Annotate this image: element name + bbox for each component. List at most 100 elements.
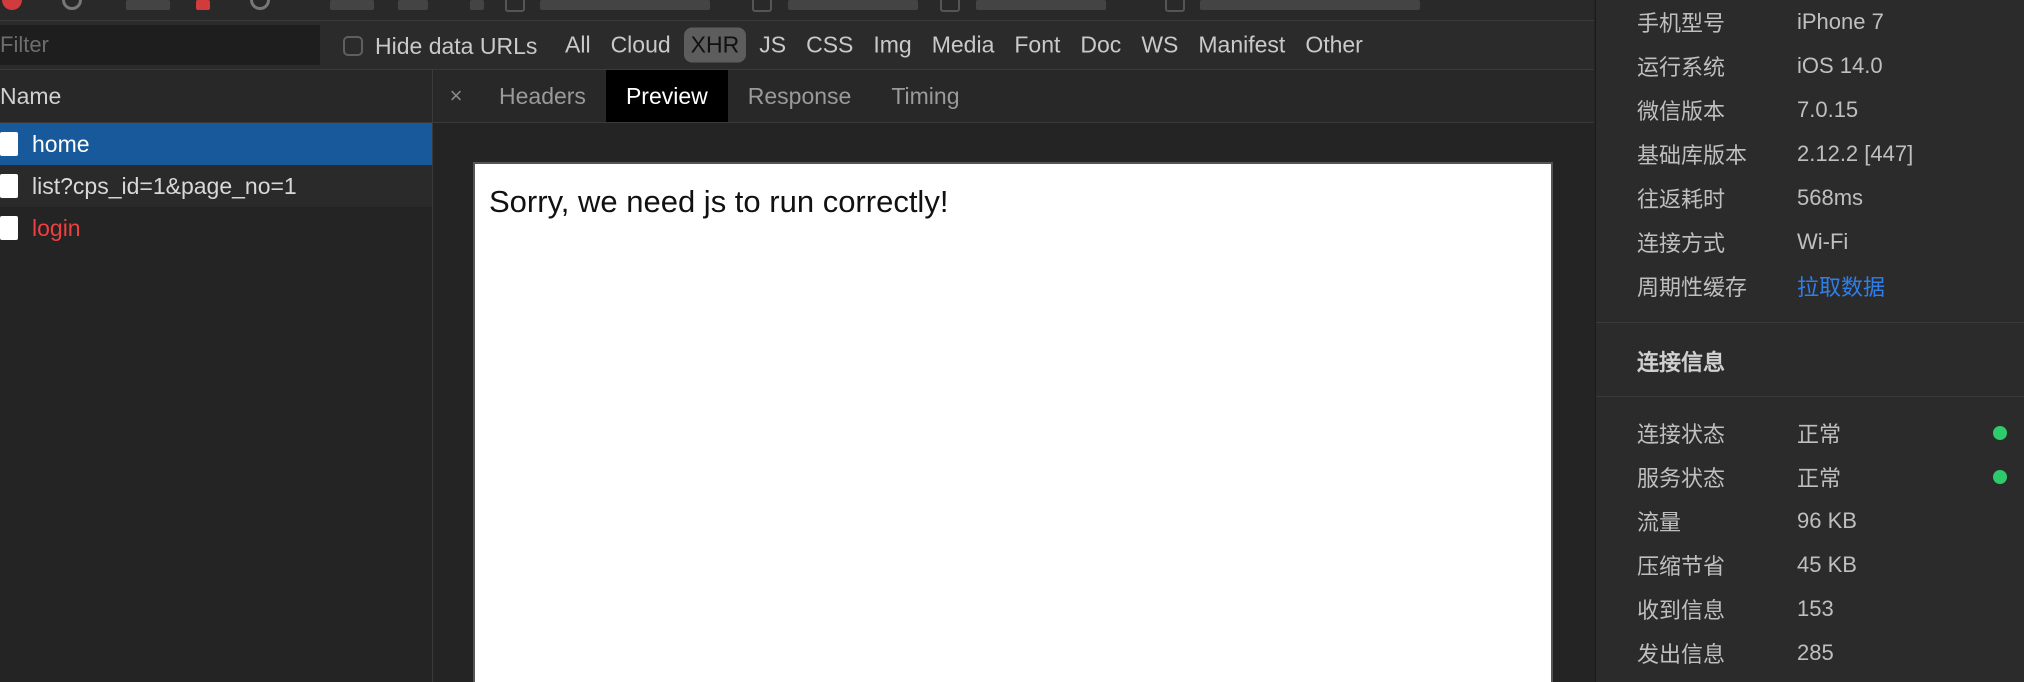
devtools-window: Hide data URLs All Cloud XHR JS CSS Img …	[0, 0, 2024, 682]
hide-data-urls-label: Hide data URLs	[375, 32, 538, 59]
status-dot-icon	[1993, 470, 2007, 484]
close-icon[interactable]: ×	[433, 70, 479, 122]
detail-tabs: × Headers Preview Response Timing	[433, 70, 1594, 123]
document-icon	[0, 174, 18, 198]
info-row-traffic: 流量 96 KB	[1637, 499, 2017, 543]
info-row-wechat-version: 微信版本 7.0.15	[1637, 88, 2017, 132]
request-name: home	[32, 130, 90, 157]
info-key: 周期性缓存	[1637, 275, 1748, 300]
info-key: 运行系统	[1637, 55, 1726, 80]
disable-cache-label	[788, 0, 918, 10]
info-value: 285	[1797, 640, 1834, 665]
info-key: 往返耗时	[1637, 187, 1726, 212]
info-value: Wi-Fi	[1797, 229, 1849, 254]
type-filter-cloud[interactable]: Cloud	[604, 28, 678, 63]
type-filter-img[interactable]: Img	[866, 28, 918, 63]
clear-icon[interactable]	[62, 0, 82, 10]
screenshot-icon[interactable]	[470, 0, 484, 10]
type-filter-doc[interactable]: Doc	[1073, 28, 1128, 63]
info-value: 568ms	[1797, 185, 1864, 210]
info-value: 正常	[1797, 422, 1842, 447]
status-dot-icon	[1993, 426, 2007, 440]
toolbar-top	[0, 0, 1594, 21]
divider	[1596, 322, 2024, 323]
tab-preview[interactable]: Preview	[605, 70, 728, 122]
info-key: 流量	[1637, 510, 1682, 535]
info-value: 45 KB	[1797, 552, 1857, 577]
info-row-sent: 发出信息 285	[1637, 631, 2017, 675]
filter-input[interactable]	[0, 25, 320, 65]
divider	[1596, 396, 2024, 397]
document-icon	[0, 216, 18, 240]
info-value: iPhone 7	[1797, 9, 1884, 34]
offline-label	[976, 0, 1106, 10]
info-key: 压缩节省	[1637, 554, 1726, 579]
network-panel: Hide data URLs All Cloud XHR JS CSS Img …	[0, 0, 1594, 682]
connection-info-title: 连接信息	[1637, 350, 1726, 375]
type-filter-all[interactable]: All	[558, 28, 598, 63]
disable-cache-checkbox[interactable]	[752, 0, 772, 12]
info-row-os: 运行系统 iOS 14.0	[1637, 44, 2017, 88]
request-name: login	[32, 214, 81, 241]
preview-text: Sorry, we need js to run correctly!	[489, 184, 949, 219]
info-key: 手机型号	[1637, 11, 1726, 36]
offline-checkbox[interactable]	[940, 0, 960, 12]
request-name: list?cps_id=1&page_no=1	[32, 172, 297, 199]
toolbar-separator	[330, 0, 374, 10]
info-row-lib-version: 基础库版本 2.12.2 [447]	[1637, 132, 2017, 176]
info-row-connection-status: 连接状态 正常	[1637, 411, 2017, 455]
info-key: 发出信息	[1637, 642, 1726, 667]
type-filter-ws[interactable]: WS	[1134, 28, 1185, 63]
preserve-log-checkbox[interactable]	[505, 0, 525, 12]
tab-headers[interactable]: Headers	[479, 70, 606, 122]
record-icon[interactable]	[2, 0, 22, 10]
type-filter-other[interactable]: Other	[1298, 28, 1370, 63]
throttle-checkbox[interactable]	[1165, 0, 1185, 12]
info-row-service-status: 服务状态 正常	[1637, 455, 2017, 499]
type-filter-css[interactable]: CSS	[799, 28, 860, 63]
info-key: 连接状态	[1637, 422, 1726, 447]
request-row-list[interactable]: list?cps_id=1&page_no=1	[0, 165, 432, 207]
info-value: 153	[1797, 596, 1834, 621]
type-filter-font[interactable]: Font	[1007, 28, 1067, 63]
type-filter-group: All Cloud XHR JS CSS Img Media Font Doc …	[558, 27, 1376, 63]
device-info-panel: 手机型号 iPhone 7 运行系统 iOS 14.0 微信版本 7.0.15 …	[1595, 0, 2024, 682]
info-row-rtt: 往返耗时 568ms	[1637, 176, 2017, 220]
filter-icon[interactable]	[196, 0, 210, 10]
info-key: 连接方式	[1637, 231, 1726, 256]
info-row-received: 收到信息 153	[1637, 587, 2017, 631]
type-filter-xhr[interactable]: XHR	[683, 27, 747, 63]
hide-data-urls-option[interactable]: Hide data URLs	[343, 30, 537, 62]
fetch-data-link[interactable]: 拉取数据	[1797, 270, 1885, 302]
info-value: 7.0.15	[1797, 97, 1859, 122]
toolbar-separator	[126, 0, 170, 10]
info-row-periodic-cache: 周期性缓存 拉取数据	[1637, 264, 2017, 308]
info-value: 正常	[1797, 466, 1842, 491]
type-filter-js[interactable]: JS	[752, 28, 793, 63]
request-row-home[interactable]: home	[0, 123, 432, 165]
info-key: 服务状态	[1637, 466, 1726, 491]
name-column-header: Name	[0, 82, 62, 109]
info-key: 基础库版本	[1637, 143, 1748, 168]
request-row-login[interactable]: login	[0, 207, 432, 249]
request-list-header[interactable]: Name	[0, 70, 432, 123]
tab-timing[interactable]: Timing	[871, 70, 979, 122]
view-toggle-icon[interactable]	[398, 0, 428, 10]
search-icon[interactable]	[250, 0, 270, 10]
info-row-compression: 压缩节省 45 KB	[1637, 543, 2017, 587]
info-key: 收到信息	[1637, 598, 1726, 623]
preview-frame: Sorry, we need js to run correctly!	[473, 162, 1553, 682]
tab-response[interactable]: Response	[728, 70, 872, 122]
request-detail: × Headers Preview Response Timing Sorry,…	[433, 70, 1594, 682]
type-filter-media[interactable]: Media	[925, 28, 1002, 63]
info-key: 微信版本	[1637, 99, 1726, 124]
info-value: 96 KB	[1797, 508, 1857, 533]
hide-data-urls-checkbox[interactable]	[343, 36, 363, 56]
request-list: Name home list?cps_id=1&page_no=1 login	[0, 70, 433, 682]
info-row-connection-type: 连接方式 Wi-Fi	[1637, 220, 2017, 264]
info-value: 2.12.2 [447]	[1797, 141, 1914, 166]
document-icon	[0, 132, 18, 156]
type-filter-manifest[interactable]: Manifest	[1191, 28, 1292, 63]
info-row-model: 手机型号 iPhone 7	[1637, 0, 2017, 44]
preserve-log-label	[540, 0, 710, 10]
